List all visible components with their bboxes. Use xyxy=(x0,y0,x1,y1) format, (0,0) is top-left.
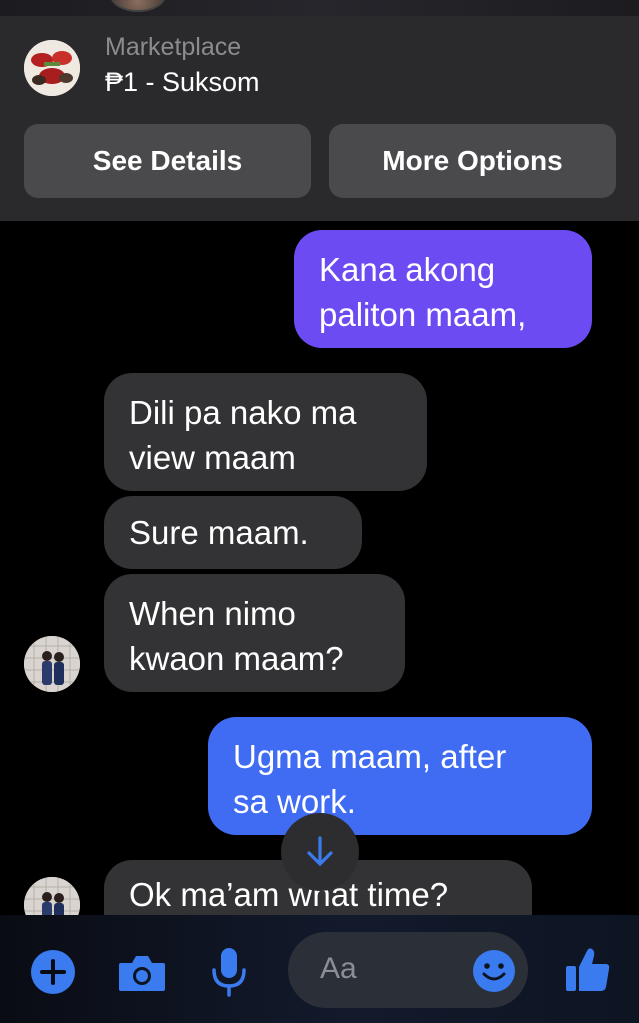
marketplace-card: Marketplace ₱1 - Suksom See Details More… xyxy=(0,16,639,221)
message-bubble-incoming[interactable]: When nimo kwaon maam? xyxy=(104,574,405,692)
top-header-strip xyxy=(0,0,639,16)
plus-icon[interactable] xyxy=(31,950,75,994)
listing-title: ₱1 - Suksom xyxy=(105,67,260,97)
message-bubble-outgoing[interactable]: Ugma maam, after sa work. xyxy=(208,717,592,835)
message-line: When nimo xyxy=(129,595,296,632)
message-composer: Aa xyxy=(0,915,639,1023)
messenger-chat-screen: Marketplace ₱1 - Suksom See Details More… xyxy=(0,0,639,1023)
message-input-placeholder: Aa xyxy=(320,952,357,985)
listing-thumbnail[interactable] xyxy=(24,40,80,96)
camera-icon[interactable] xyxy=(117,953,167,993)
thumbs-up-icon[interactable] xyxy=(563,945,613,995)
message-line: sa work. xyxy=(233,783,356,820)
message-line: Dili pa nako ma xyxy=(129,394,357,431)
message-line: Sure maam. xyxy=(129,514,309,551)
header-avatar[interactable] xyxy=(110,0,166,12)
scroll-to-bottom-button[interactable] xyxy=(281,813,359,891)
microphone-icon[interactable] xyxy=(210,946,248,998)
message-line: Kana akong xyxy=(319,251,496,288)
message-bubble-outgoing[interactable]: Kana akong paliton maam, xyxy=(294,230,592,348)
see-details-button[interactable]: See Details xyxy=(24,124,311,198)
message-line: paliton maam, xyxy=(319,296,527,333)
message-bubble-incoming[interactable]: Sure maam. xyxy=(104,496,362,569)
emoji-icon[interactable] xyxy=(471,948,517,994)
message-line: view maam xyxy=(129,439,296,476)
message-bubble-incoming[interactable]: Dili pa nako ma view maam xyxy=(104,373,427,491)
more-options-button[interactable]: More Options xyxy=(329,124,616,198)
message-line: kwaon maam? xyxy=(129,640,344,677)
sender-avatar[interactable] xyxy=(24,636,80,692)
arrow-down-icon xyxy=(307,836,333,866)
marketplace-label: Marketplace xyxy=(105,33,242,61)
message-line: Ugma maam, after xyxy=(233,738,507,775)
